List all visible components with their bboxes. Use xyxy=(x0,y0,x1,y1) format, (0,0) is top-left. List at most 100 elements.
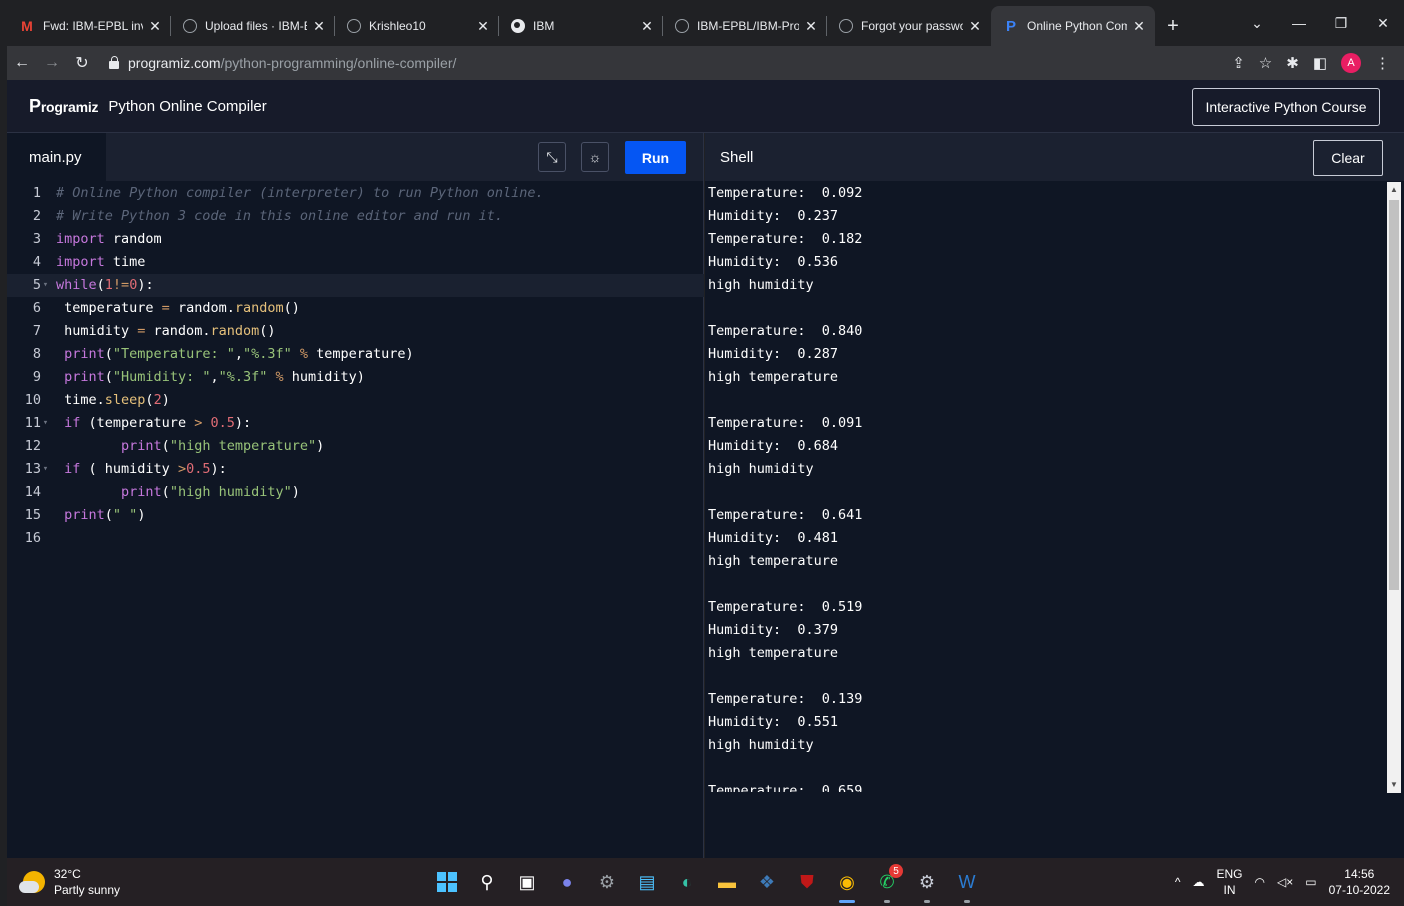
close-tab-icon[interactable]: ✕ xyxy=(147,18,163,35)
line-number: 13 xyxy=(24,461,41,477)
file-explorer-icon[interactable]: ▬ xyxy=(711,866,743,898)
theme-toggle-sun-icon[interactable]: ☼ xyxy=(581,142,609,172)
interactive-course-button[interactable]: Interactive Python Course xyxy=(1192,88,1380,126)
onedrive-cloud-icon[interactable]: ☁ xyxy=(1193,875,1205,889)
back-button[interactable]: ← xyxy=(7,54,37,72)
code-area[interactable]: 1 # Online Python compiler (interpreter) … xyxy=(7,182,704,550)
browser-tab[interactable]: IBM ✕ xyxy=(499,6,663,46)
file-tab-main[interactable]: main.py xyxy=(7,133,106,181)
code-line[interactable]: 1 # Online Python compiler (interpreter) … xyxy=(7,182,704,205)
line-number: 16 xyxy=(24,530,41,546)
close-window-button[interactable]: ✕ xyxy=(1362,15,1404,32)
settings-app-icon[interactable]: ⚙ xyxy=(591,866,623,898)
tab-search-icon[interactable]: ⌄ xyxy=(1236,15,1278,32)
shell-scrollbar[interactable]: ▲ ▼ xyxy=(1387,182,1401,793)
gutter-spacer xyxy=(41,343,50,366)
code-line[interactable]: 7 humidity = random.random() xyxy=(7,320,704,343)
browser-tab[interactable]: IBM-EPBL/IBM-Projec ✕ xyxy=(663,6,827,46)
chat-icon[interactable]: ● xyxy=(551,866,583,898)
wifi-icon[interactable]: ◠ xyxy=(1255,875,1265,889)
code-line[interactable]: 8 print("Temperature: ","%.3f" % tempera… xyxy=(7,343,704,366)
address-bar[interactable]: programiz.com/python-programming/online-… xyxy=(103,49,1232,77)
browser-tab[interactable]: P Online Python Compi ✕ xyxy=(991,6,1155,46)
fold-arrow-icon[interactable]: ▾ xyxy=(41,458,50,481)
side-panel-icon[interactable]: ◧ xyxy=(1313,54,1327,72)
shell-output[interactable]: Temperature: 0.092 Humidity: 0.237 Tempera… xyxy=(708,182,1384,792)
output-line: Humidity: 0.379 xyxy=(708,622,839,638)
gutter-spacer xyxy=(41,527,50,550)
extensions-icon[interactable]: ✱ xyxy=(1286,54,1299,72)
store-icon[interactable]: ▤ xyxy=(631,866,663,898)
volume-muted-icon[interactable]: ◁× xyxy=(1277,875,1293,889)
code-line[interactable]: 11 ▾ if (temperature > 0.5): xyxy=(7,412,704,435)
reload-button[interactable]: ↻ xyxy=(67,53,97,73)
line-number: 15 xyxy=(24,507,41,523)
browser-tab[interactable]: Krishleo10 ✕ xyxy=(335,6,499,46)
minimize-button[interactable]: — xyxy=(1278,15,1320,31)
bookmark-star-icon[interactable]: ☆ xyxy=(1259,54,1272,72)
code-text: print("high temperature") xyxy=(121,438,325,454)
profile-avatar[interactable]: A xyxy=(1341,53,1361,73)
code-line[interactable]: 3 import random xyxy=(7,228,704,251)
code-line[interactable]: 14 print("high humidity") xyxy=(7,481,704,504)
python-icon[interactable]: ❖ xyxy=(751,866,783,898)
code-line[interactable]: 4 import time xyxy=(7,251,704,274)
close-tab-icon[interactable]: ✕ xyxy=(311,18,327,35)
tab-title: IBM xyxy=(533,19,555,33)
code-line[interactable]: 10 time.sleep(2) xyxy=(7,389,704,412)
shell-title: Shell xyxy=(720,148,754,166)
close-tab-icon[interactable]: ✕ xyxy=(803,18,819,35)
mcafee-icon[interactable]: ⛊ xyxy=(791,866,823,898)
chevron-up-icon[interactable]: ^ xyxy=(1175,875,1181,889)
close-tab-icon[interactable]: ✕ xyxy=(1131,18,1147,35)
tab-list: MFwd: IBM-EPBL invitec✕Upload files · IB… xyxy=(7,6,1155,46)
code-line[interactable]: 5 ▾ while(1!=0): xyxy=(7,274,704,297)
code-line[interactable]: 13 ▾ if ( humidity >0.5): xyxy=(7,458,704,481)
fold-arrow-icon[interactable]: ▾ xyxy=(41,412,50,435)
browser-tab[interactable]: M Fwd: IBM-EPBL invitec ✕ xyxy=(7,6,171,46)
forward-button[interactable]: → xyxy=(37,54,67,72)
programiz-logo[interactable]: Programiz xyxy=(29,96,99,117)
new-tab-button[interactable]: + xyxy=(1155,6,1191,46)
weather-widget[interactable]: 32°C Partly sunny xyxy=(19,866,120,898)
fullscreen-collapse-icon[interactable]: ⤡ xyxy=(538,142,566,172)
code-line[interactable]: 2 # Write Python 3 code in this online ed… xyxy=(7,205,704,228)
partly-sunny-icon xyxy=(19,871,45,893)
scroll-up-arrow-icon[interactable]: ▲ xyxy=(1387,182,1401,198)
code-line[interactable]: 16 xyxy=(7,527,704,550)
gear-icon[interactable]: ⚙ xyxy=(911,866,943,903)
close-tab-icon[interactable]: ✕ xyxy=(475,18,491,35)
battery-icon[interactable]: ▭ xyxy=(1305,875,1316,889)
close-tab-icon[interactable]: ✕ xyxy=(967,18,983,35)
word-icon[interactable]: W xyxy=(951,866,983,903)
code-text: print("Humidity: ","%.3f" % humidity) xyxy=(64,369,365,385)
search-icon[interactable]: ⚲ xyxy=(471,866,503,898)
scroll-down-arrow-icon[interactable]: ▼ xyxy=(1387,777,1401,793)
browser-tab[interactable]: Upload files · IBM-EPE ✕ xyxy=(171,6,335,46)
run-button[interactable]: Run xyxy=(625,141,686,174)
browser-tab[interactable]: Forgot your passwor ✕ xyxy=(827,6,991,46)
chrome-icon[interactable]: ◉ xyxy=(831,866,863,903)
lock-icon[interactable] xyxy=(109,56,119,69)
clock[interactable]: 14:56 07-10-2022 xyxy=(1329,866,1390,898)
start-button[interactable] xyxy=(431,866,463,898)
code-line[interactable]: 15 print(" ") xyxy=(7,504,704,527)
language-indicator[interactable]: ENG IN xyxy=(1217,866,1243,898)
clear-button[interactable]: Clear xyxy=(1313,140,1383,176)
close-tab-icon[interactable]: ✕ xyxy=(639,18,655,35)
output-line: Temperature: 0.139 xyxy=(708,691,863,707)
whatsapp-icon[interactable]: ✆ 5 xyxy=(871,864,903,903)
code-line[interactable]: 6 temperature = random.random() xyxy=(7,297,704,320)
code-line[interactable]: 12 print("high temperature") xyxy=(7,435,704,458)
scrollbar-thumb[interactable] xyxy=(1389,200,1399,590)
url-path: /python-programming/online-compiler/ xyxy=(220,55,457,71)
restore-button[interactable]: ❐ xyxy=(1320,15,1362,32)
menu-kebab-icon[interactable]: ⋮ xyxy=(1375,54,1390,72)
task-view-icon[interactable]: ▣ xyxy=(511,866,543,898)
edge-icon[interactable]: ◐ xyxy=(671,866,703,898)
line-number: 14 xyxy=(24,484,41,500)
fold-arrow-icon[interactable]: ▾ xyxy=(41,274,50,297)
share-icon[interactable]: ⇪ xyxy=(1232,54,1245,72)
code-line[interactable]: 9 print("Humidity: ","%.3f" % humidity) xyxy=(7,366,704,389)
